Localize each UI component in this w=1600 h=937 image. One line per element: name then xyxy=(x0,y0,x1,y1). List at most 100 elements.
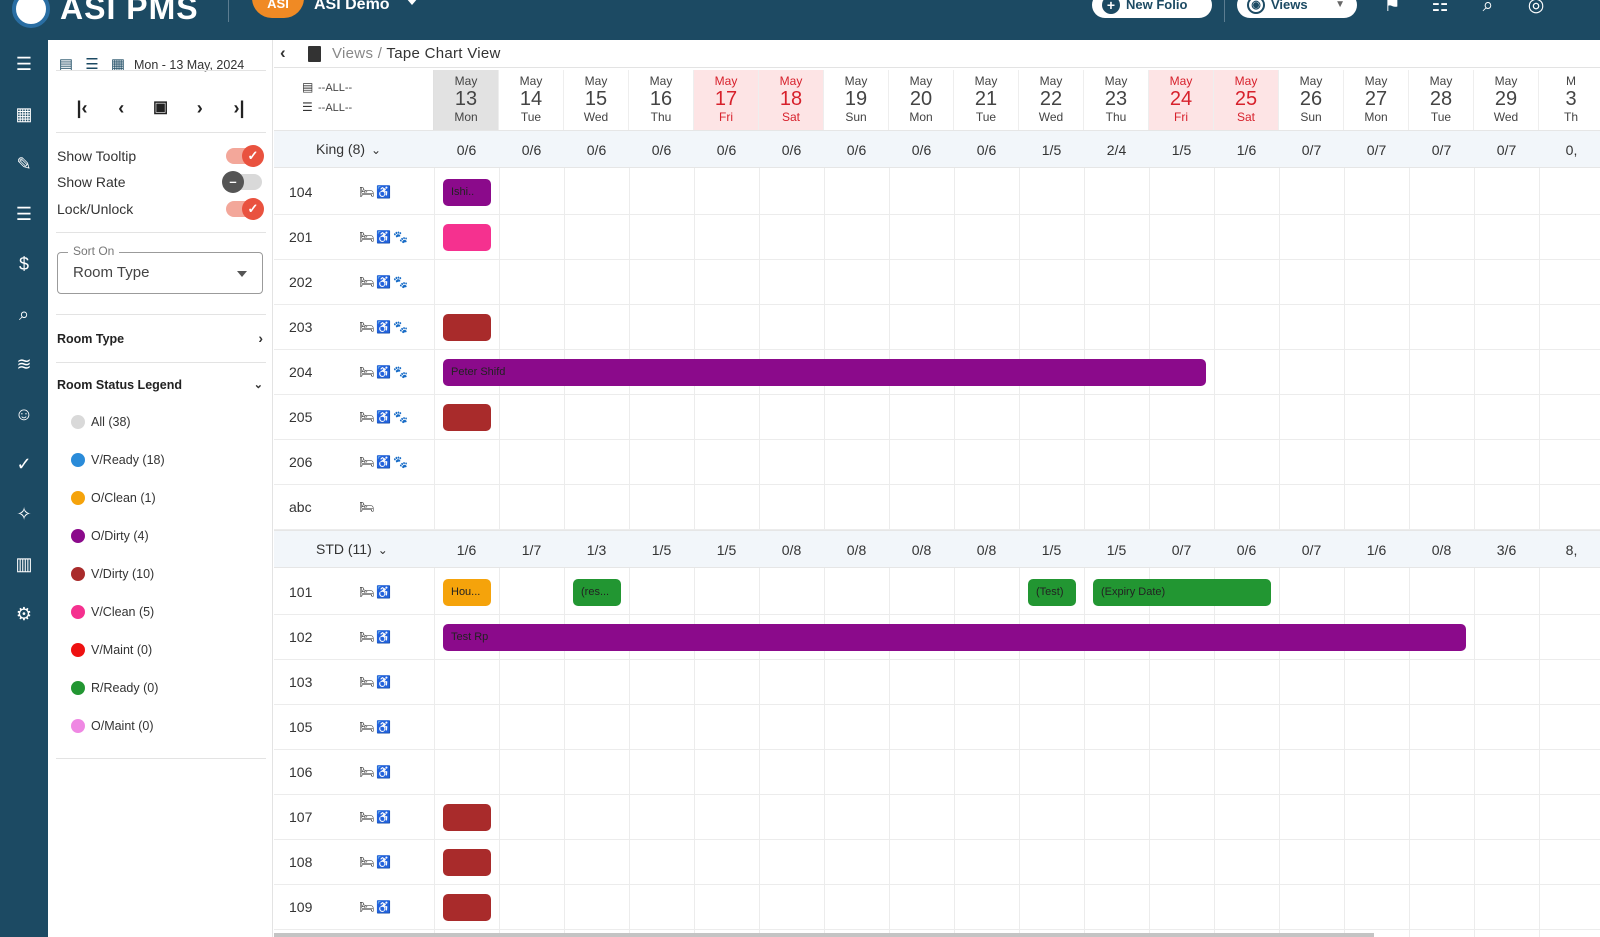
building-filter[interactable]: ▤ --ALL-- xyxy=(302,80,352,94)
new-folio-button[interactable]: + New Folio xyxy=(1092,0,1212,18)
date-column-header[interactable]: May 22 Wed xyxy=(1019,70,1084,130)
room-number[interactable]: 202 xyxy=(289,274,312,290)
room-type-filter[interactable]: ☰ --ALL-- xyxy=(302,100,352,114)
search-icon[interactable]: ⌕ xyxy=(1476,0,1500,18)
legend-item[interactable]: O/Maint (0) xyxy=(71,716,154,736)
reservation-bar[interactable] xyxy=(443,893,491,921)
maintenance-icon[interactable]: ✧ xyxy=(12,502,36,526)
calendar-today-icon[interactable]: ▣ xyxy=(147,94,175,122)
flag-icon[interactable]: ⚑ xyxy=(1380,0,1404,18)
folio-list-icon[interactable]: ☷ xyxy=(1428,0,1452,18)
date-column-header[interactable]: May 16 Thu xyxy=(629,70,694,130)
previous-button[interactable]: ‹ xyxy=(107,94,135,122)
menu-icon[interactable]: ☰ xyxy=(12,52,36,76)
room-number[interactable]: 203 xyxy=(289,319,312,335)
date-column-header[interactable]: May 15 Wed xyxy=(564,70,629,130)
availability-count: 0/7 xyxy=(1171,542,1192,558)
reservation-bar[interactable] xyxy=(443,848,491,876)
reservation-icon[interactable]: ✎ xyxy=(12,152,36,176)
room-number[interactable]: 104 xyxy=(289,184,312,200)
date-column-header[interactable]: May 23 Thu xyxy=(1084,70,1149,130)
legend-item[interactable]: O/Clean (1) xyxy=(71,488,156,508)
legend-item[interactable]: O/Dirty (4) xyxy=(71,526,149,546)
date-column-header[interactable]: May 18 Sat xyxy=(759,70,824,130)
legend-item[interactable]: V/Maint (0) xyxy=(71,640,152,660)
date-column-header[interactable]: May 25 Sat xyxy=(1214,70,1279,130)
reservation-bar[interactable] xyxy=(443,403,491,431)
guests-icon[interactable]: ☺ xyxy=(12,402,36,426)
room-type-group-row[interactable]: STD (11) ⌄ 1/6 1/7 1/3 1/5 1/5 0/8 0/8 0/8 0/8 1/5 1… xyxy=(274,530,1600,568)
room-number[interactable]: 107 xyxy=(289,809,312,825)
building-icon[interactable]: ▤ xyxy=(56,55,76,75)
room-number[interactable]: 102 xyxy=(289,629,312,645)
settings-icon[interactable]: ⚙ xyxy=(12,602,36,626)
reservation-bar[interactable] xyxy=(443,313,491,341)
room-number[interactable]: 108 xyxy=(289,854,312,870)
room-number[interactable]: 105 xyxy=(289,719,312,735)
chevron-down-icon[interactable] xyxy=(406,0,418,5)
search-zoom-icon[interactable]: ⌕ xyxy=(12,302,36,326)
room-number[interactable]: 101 xyxy=(289,584,312,600)
calendar-icon[interactable]: ▦ xyxy=(108,55,128,75)
date-column-header[interactable]: May 13 Mon xyxy=(434,70,499,130)
reservation-bar[interactable]: Peter Shifd xyxy=(443,358,1206,386)
room-number[interactable]: 109 xyxy=(289,899,312,915)
reservation-bar[interactable]: (Expiry Date) xyxy=(1093,578,1271,606)
reservation-bar[interactable]: (res... xyxy=(573,578,621,606)
rooms-icon[interactable]: ☰ xyxy=(12,202,36,226)
legend-item[interactable]: V/Ready (18) xyxy=(71,450,165,470)
billing-icon[interactable]: $ xyxy=(12,252,36,276)
room-number[interactable]: 205 xyxy=(289,409,312,425)
views-dropdown[interactable]: ◉ Views ▼ xyxy=(1237,0,1357,18)
reservation-bar[interactable]: (Test) xyxy=(1028,578,1076,606)
dashboard-icon[interactable]: ▦ xyxy=(12,102,36,126)
reservation-bar[interactable]: Ishi.. xyxy=(443,178,491,206)
room-number[interactable]: 106 xyxy=(289,764,312,780)
legend-item[interactable]: R/Ready (0) xyxy=(71,678,158,698)
room-type-section-header[interactable]: Room Type › xyxy=(57,330,267,346)
property-selector[interactable]: ASI Demo xyxy=(314,0,390,14)
legend-item[interactable]: V/Clean (5) xyxy=(71,602,154,622)
date-column-header[interactable]: May 20 Mon xyxy=(889,70,954,130)
housekeeping-icon[interactable]: ✓ xyxy=(12,452,36,476)
horizontal-scrollbar[interactable] xyxy=(274,933,1374,937)
date-column-header[interactable]: May 26 Sun xyxy=(1279,70,1344,130)
chevron-down-icon[interactable]: ⌄ xyxy=(378,543,388,557)
date-column-header[interactable]: May 19 Sun xyxy=(824,70,889,130)
room-number[interactable]: 204 xyxy=(289,364,312,380)
legend-item[interactable]: V/Dirty (10) xyxy=(71,564,154,584)
date-column-header[interactable]: May 27 Mon xyxy=(1344,70,1409,130)
reports-icon[interactable]: ▥ xyxy=(12,552,36,576)
room-status-legend-header[interactable]: Room Status Legend ⌄ xyxy=(57,378,267,392)
room-number[interactable]: 201 xyxy=(289,229,312,245)
room-number[interactable]: abc xyxy=(289,499,312,515)
breadcrumb-views-link[interactable]: Views xyxy=(332,45,373,62)
chevron-down-icon[interactable]: ⌄ xyxy=(371,143,381,157)
handshake-icon[interactable]: ≋ xyxy=(12,352,36,376)
show-rate-toggle[interactable]: – xyxy=(222,171,262,193)
reservation-bar[interactable]: Test Rp xyxy=(443,623,1466,651)
back-chevron-icon[interactable]: ‹ xyxy=(280,43,286,63)
lock-unlock-toggle[interactable]: ✓ xyxy=(226,198,264,220)
date-column-header[interactable]: M 3 Th xyxy=(1539,70,1600,130)
date-column-header[interactable]: May 14 Tue xyxy=(499,70,564,130)
first-page-button[interactable]: |‹ xyxy=(68,94,96,122)
reservation-bar[interactable] xyxy=(443,223,491,251)
date-column-header[interactable]: May 28 Tue xyxy=(1409,70,1474,130)
last-page-button[interactable]: ›| xyxy=(225,94,253,122)
next-button[interactable]: › xyxy=(186,94,214,122)
room-number[interactable]: 103 xyxy=(289,674,312,690)
date-column-header[interactable]: May 21 Tue xyxy=(954,70,1019,130)
show-tooltip-toggle[interactable]: ✓ xyxy=(226,145,264,167)
date-column-header[interactable]: May 17 Fri xyxy=(694,70,759,130)
legend-item[interactable]: All (38) xyxy=(71,412,131,432)
list-view-icon[interactable]: ☰ xyxy=(82,55,102,75)
date-column-header[interactable]: May 29 Wed xyxy=(1474,70,1539,130)
user-account-icon[interactable]: ◎ xyxy=(1524,0,1548,18)
room-number[interactable]: 206 xyxy=(289,454,312,470)
reservation-bar[interactable]: Hou... xyxy=(443,578,491,606)
sort-on-select[interactable]: Sort On Room Type xyxy=(57,244,263,294)
date-column-header[interactable]: May 24 Fri xyxy=(1149,70,1214,130)
room-type-group-row[interactable]: King (8) ⌄ 0/6 0/6 0/6 0/6 0/6 0/6 0/6 0/6 0/6 1/5 2… xyxy=(274,130,1600,168)
reservation-bar[interactable] xyxy=(443,803,491,831)
